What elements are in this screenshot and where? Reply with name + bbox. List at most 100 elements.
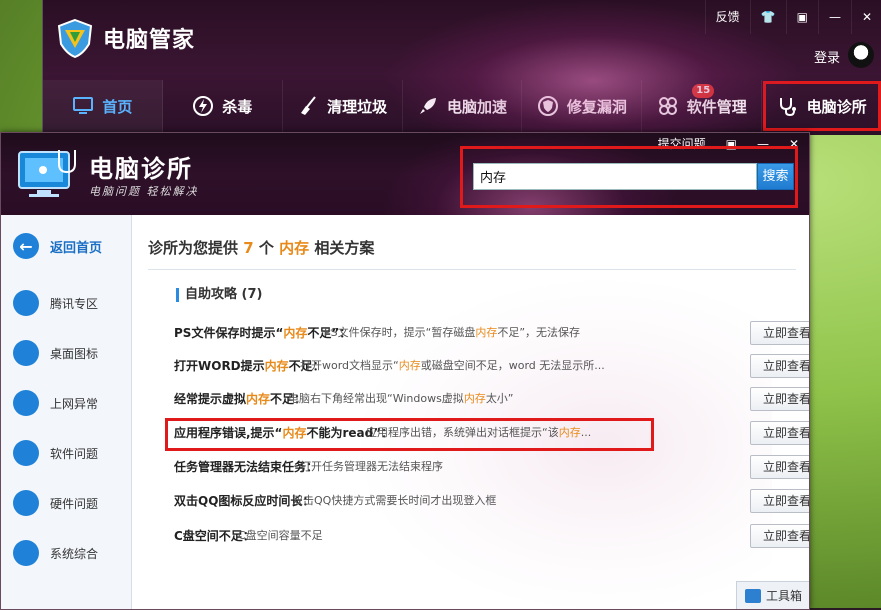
summary-suffix: 相关方案	[314, 239, 375, 257]
rocket-icon	[420, 98, 436, 114]
result-row: 经常提示虚拟内存不足： 电脑右下角经常出现“Windows虚拟内存太小” 立即查看	[174, 387, 809, 411]
keyword-highlight: 内存	[398, 359, 421, 372]
summary-prefix: 诊所为您提供	[148, 239, 239, 257]
view-now-button[interactable]: 立即查看	[750, 354, 809, 378]
login-link[interactable]: 登录	[814, 47, 840, 66]
app-title: 电脑管家	[103, 28, 196, 53]
summary-keyword: 内存	[279, 239, 310, 257]
result-description-text: 电脑右下角经常出现“Windows虚拟	[288, 392, 464, 405]
sidebar-item-label: 返回首页	[50, 240, 103, 256]
result-row: 任务管理器无法结束任务： 打开任务管理器无法结束程序 立即查看	[174, 455, 809, 479]
sidebar-item-label: 系统综合	[50, 546, 99, 561]
keyword-highlight: 内存	[246, 392, 271, 406]
sidebar-item-label: 硬件问题	[50, 496, 99, 511]
update-count-badge: 15	[692, 84, 715, 98]
nav-clinic-label: 电脑诊所	[806, 97, 867, 116]
result-title[interactable]: 任务管理器无法结束任务：	[174, 458, 318, 475]
sidebar-item-hardware[interactable]: 硬件问题	[1, 483, 131, 523]
results-panel: 诊所为您提供 7 个 内存 相关方案 自助攻略 (7) PS文件保存时提示“内存…	[132, 215, 809, 609]
ie-browser-icon	[13, 390, 39, 416]
feedback-button[interactable]: 反馈	[704, 0, 750, 34]
nav-speedup-label: 电脑加速	[447, 97, 508, 116]
result-description-text: C盘空间容量不足	[238, 529, 323, 542]
result-row: C盘空间不足： C盘空间容量不足 立即查看	[174, 524, 809, 548]
sidebar-item-internet[interactable]: 上网异常	[1, 383, 131, 423]
nav-antivirus[interactable]: 杀毒	[163, 80, 283, 132]
view-now-button[interactable]: 立即查看	[750, 524, 809, 548]
clinic-title: 电脑诊所	[89, 155, 193, 183]
nav-cleanup-label: 清理垃圾	[327, 97, 388, 116]
result-description: 打开word文档显示“内存或磁盘空间不足，word 无法显示所...	[300, 357, 744, 373]
result-description: 双击QQ快捷方式需要长时间才出现登入框	[292, 492, 744, 508]
result-description-text: PS文件保存时，提示“暂存磁盘	[324, 326, 476, 339]
sidebar-item-tencent[interactable]: 腾讯专区	[1, 283, 131, 323]
minimize-button[interactable]: —	[817, 0, 851, 34]
lightning-icon	[193, 96, 214, 116]
sidebar-item-software[interactable]: 软件问题	[1, 433, 131, 473]
windows-logo-icon	[13, 540, 39, 566]
nav-clinic[interactable]: 电脑诊所	[762, 80, 881, 132]
result-count: 7	[243, 239, 254, 257]
back-arrow-icon: ←	[13, 233, 39, 259]
search-button[interactable]: 搜索	[757, 163, 794, 190]
view-now-button[interactable]: 立即查看	[750, 489, 809, 513]
result-description-text: 太小”	[485, 392, 514, 405]
keyword-highlight: 内存	[264, 359, 289, 373]
nav-software[interactable]: 15 软件管理	[642, 80, 763, 132]
sidebar-item-back-home[interactable]: ← 返回首页	[1, 226, 131, 266]
result-description-text: 或磁盘空间不足，word 无法显示所...	[420, 359, 605, 372]
main-nav: 首页 杀毒 清理垃圾 电脑加速 修复漏洞 15 软件管理 电脑诊所	[43, 80, 881, 132]
apps-icon	[658, 97, 677, 115]
close-button[interactable]: ✕	[850, 0, 881, 34]
nav-home[interactable]: 首页	[43, 80, 163, 132]
keyword-highlight: 内存	[463, 392, 486, 405]
toolbox-label: 工具箱	[766, 589, 803, 603]
annotation-highlight	[165, 418, 654, 451]
section-heading: 自助攻略 (7)	[176, 288, 262, 302]
clinic-subtitle: 电脑问题 轻松解决	[89, 185, 199, 198]
result-title-text: 任务管理器无法结束任务：	[174, 460, 319, 474]
window-controls: 反馈 👕 ▣ — ✕	[704, 0, 881, 34]
result-title-text: 打开WORD提示	[174, 359, 265, 373]
search-input[interactable]	[473, 163, 757, 190]
nav-home-label: 首页	[102, 97, 133, 116]
skin-icon[interactable]: 👕	[749, 0, 786, 34]
search-area: 搜索	[460, 146, 798, 208]
sidebar-item-label: 软件问题	[50, 446, 99, 461]
result-title-text: 经常提示虚拟	[174, 392, 247, 406]
sidebar-item-desktop-icons[interactable]: 桌面图标	[1, 333, 131, 373]
software-icon	[13, 440, 39, 466]
qq-avatar-icon[interactable]	[848, 42, 874, 68]
keyword-highlight: 内存	[283, 326, 308, 340]
clinic-window: 电脑诊所 电脑问题 轻松解决 提交问题 ▣ — ✕ 搜索 ← 返回首页 腾讯专区…	[0, 132, 810, 610]
qq-penguin-icon	[13, 290, 39, 316]
toolbox-button[interactable]: 工具箱	[736, 581, 809, 609]
guardian-shield-icon	[57, 18, 93, 58]
view-now-button[interactable]: 立即查看	[750, 421, 809, 445]
sidebar-item-system[interactable]: 系统综合	[1, 533, 131, 573]
nav-cleanup[interactable]: 清理垃圾	[283, 80, 403, 132]
nav-repair[interactable]: 修复漏洞	[522, 80, 643, 132]
nav-repair-label: 修复漏洞	[566, 97, 627, 116]
result-row: 双击QQ图标反应时间长： 双击QQ快捷方式需要长时间才出现登入框 立即查看	[174, 489, 809, 513]
view-now-button[interactable]: 立即查看	[750, 455, 809, 479]
result-description: 电脑右下角经常出现“Windows虚拟内存太小”	[288, 390, 744, 406]
view-now-button[interactable]: 立即查看	[750, 387, 809, 411]
result-title-text: PS文件保存时提示“	[174, 326, 284, 340]
menu-icon[interactable]: ▣	[785, 0, 818, 34]
keyword-highlight: 内存	[475, 326, 498, 339]
divider	[148, 269, 796, 270]
result-title[interactable]: 经常提示虚拟内存不足：	[174, 390, 306, 407]
nav-speedup[interactable]: 电脑加速	[403, 80, 523, 132]
clinic-monitor-icon	[18, 150, 76, 197]
results-summary: 诊所为您提供 7 个 内存 相关方案	[148, 237, 374, 258]
summary-unit: 个	[258, 239, 274, 257]
view-now-button[interactable]: 立即查看	[750, 321, 809, 345]
main-window: 电脑管家 反馈 👕 ▣ — ✕ 登录 首页 杀毒 清理垃圾 电脑加速 修复漏洞	[42, 0, 881, 135]
result-description-text: 不足”，无法保存	[497, 326, 581, 339]
result-description-text: 打开任务管理器无法结束程序	[300, 460, 443, 473]
stethoscope-icon	[779, 98, 796, 117]
broom-icon	[301, 96, 316, 115]
result-description-text: 打开word文档显示“	[300, 359, 399, 372]
toolbox-icon	[745, 588, 761, 603]
